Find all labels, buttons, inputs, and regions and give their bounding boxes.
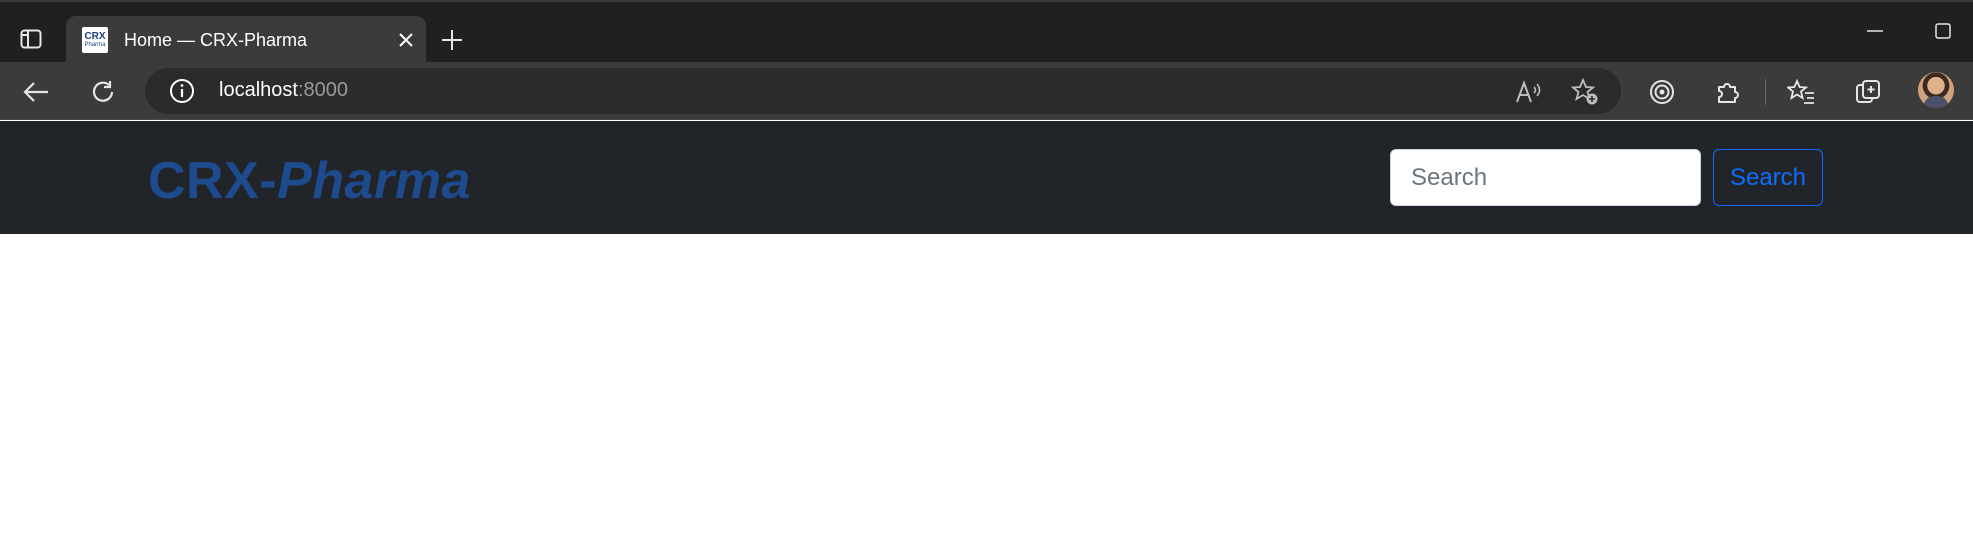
- url-host: localhost: [219, 79, 298, 101]
- plus-icon[interactable]: [436, 24, 468, 56]
- maximize-icon[interactable]: [1928, 16, 1958, 46]
- search-button[interactable]: Search: [1713, 149, 1823, 206]
- brand-part2: Pharma: [277, 152, 471, 210]
- browser-tab-strip: CRX Pharma Home — CRX-Pharma: [0, 0, 1973, 64]
- search-input[interactable]: [1390, 149, 1701, 206]
- toolbar-divider: [1765, 79, 1766, 105]
- avatar[interactable]: [1918, 72, 1954, 108]
- browser-toolbar: localhost:8000: [0, 62, 1973, 120]
- essentials-icon[interactable]: [1644, 74, 1680, 110]
- read-aloud-icon[interactable]: [1515, 78, 1543, 106]
- back-arrow-icon[interactable]: [18, 74, 54, 110]
- minimize-icon[interactable]: [1860, 16, 1890, 46]
- url-text[interactable]: localhost:8000: [219, 79, 348, 102]
- page-content: [0, 234, 1973, 540]
- url-port: :8000: [297, 79, 348, 101]
- close-icon[interactable]: [394, 28, 418, 52]
- favorites-icon[interactable]: [1783, 74, 1819, 110]
- info-icon[interactable]: [169, 78, 195, 104]
- address-bar[interactable]: localhost:8000: [145, 68, 1621, 114]
- brand-part1: CRX-: [148, 152, 278, 210]
- brand-logo[interactable]: CRX-Pharma: [148, 151, 471, 211]
- tab-actions-icon[interactable]: [14, 24, 48, 54]
- star-add-icon[interactable]: [1571, 78, 1599, 106]
- active-tab[interactable]: CRX Pharma Home — CRX-Pharma: [66, 16, 426, 64]
- puzzle-icon[interactable]: [1710, 74, 1746, 110]
- collections-icon[interactable]: [1850, 74, 1886, 110]
- site-navbar: CRX-Pharma Search: [0, 121, 1973, 234]
- refresh-icon[interactable]: [85, 74, 121, 110]
- site-favicon-icon: CRX Pharma: [82, 27, 108, 53]
- tab-title: Home — CRX-Pharma: [124, 29, 308, 50]
